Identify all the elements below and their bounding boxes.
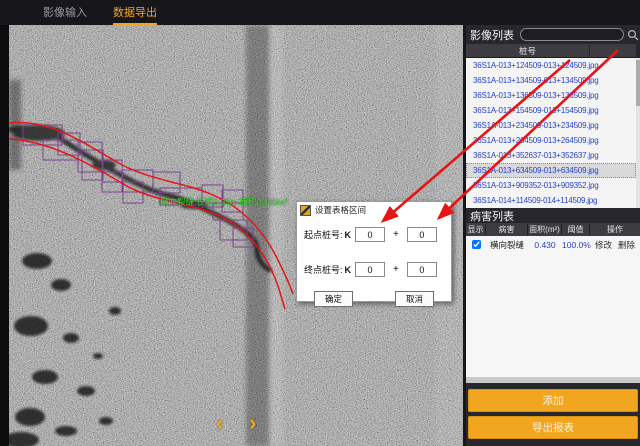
defect-name: 横向裂缝 (486, 239, 528, 251)
ok-button[interactable]: 确定 (314, 291, 353, 307)
start-stake-m-input[interactable] (407, 227, 437, 242)
image-list-item[interactable]: 36S1A-013+154509-013+154509.jpg (466, 103, 636, 118)
image-search-input[interactable] (520, 28, 624, 41)
defect-list-hscrollbar[interactable] (466, 377, 640, 383)
tab-data-export[interactable]: 数据导出 (113, 4, 157, 25)
end-stake-km-input[interactable] (355, 262, 385, 277)
start-stake-label: 起点桩号: (304, 228, 343, 241)
image-list-item[interactable]: 36S1A-013+136509-013+136509.jpg (466, 88, 636, 103)
image-list-item[interactable]: 36S1A-013+264509-013+264509.jpg (466, 133, 636, 148)
end-stake-row: 终点桩号: K + (304, 261, 451, 278)
right-sidebar: 影像列表 桩号 36S1A-013+124509-013+124509.jpg … (466, 25, 640, 446)
defect-list-header: 病害列表 (466, 209, 640, 223)
image-list-item[interactable]: 36S1A-013+134509-013+134509.jpg (466, 73, 636, 88)
image-list-item-selected[interactable]: 36S1A-013+634509-013+634509.jpg (466, 163, 636, 178)
image-list-header: 影像列表 (466, 25, 640, 44)
left-edge-strip (0, 25, 9, 446)
image-list-item[interactable]: 36S1A-013+124509-013+124509.jpg (466, 58, 636, 73)
set-table-range-dialog: 设置表格区间 起点桩号: K + 终点桩号: K + 确定 取消 (296, 201, 452, 302)
defect-annotation-label: 横向裂缝 长度3.25m 面积0.430m² (160, 196, 288, 208)
end-stake-k-prefix: K (345, 265, 352, 275)
search-icon[interactable] (627, 29, 639, 41)
column-header-stake: 桩号 (466, 45, 589, 57)
tab-image-input[interactable]: 影像输入 (43, 4, 87, 25)
column-header-defect: 病害 (486, 224, 528, 235)
start-stake-plus: + (393, 229, 399, 240)
defect-delete-link[interactable]: 删除 (618, 239, 635, 251)
cancel-button[interactable]: 取消 (395, 291, 434, 307)
start-stake-row: 起点桩号: K + (304, 226, 451, 243)
start-stake-k-prefix: K (345, 230, 352, 240)
defect-threshold: 100.0% (562, 240, 590, 250)
column-header-show: 显示 (466, 224, 486, 235)
image-list: 36S1A-013+124509-013+124509.jpg 36S1A-01… (466, 58, 636, 208)
image-list-title: 影像列表 (470, 27, 514, 43)
end-stake-m-input[interactable] (407, 262, 437, 277)
export-report-button[interactable]: 导出报表 (468, 416, 638, 439)
image-list-item[interactable]: 36S1A-013+234509-013+234509.jpg (466, 118, 636, 133)
defect-list: 横向裂缝 0.430 100.0% 修改 删除 (466, 236, 640, 377)
column-header-threshold: 阈值 (562, 224, 590, 235)
start-stake-km-input[interactable] (355, 227, 385, 242)
image-list-scrollbar[interactable] (636, 58, 640, 208)
next-image-button[interactable]: › (249, 413, 256, 433)
defect-row: 横向裂缝 0.430 100.0% 修改 删除 (466, 236, 640, 253)
image-list-item[interactable]: 36S1A-013+352637-013+352637.jpg (466, 148, 636, 163)
prev-image-button[interactable]: ‹ (216, 413, 223, 433)
dialog-title: 设置表格区间 (315, 204, 366, 216)
column-header-area: 面积(m²) (528, 224, 562, 235)
top-tab-bar: 影像输入 数据导出 (0, 0, 640, 25)
image-list-item[interactable]: 36S1A-014+114509-014+114509.jpg (466, 193, 636, 208)
image-list-item[interactable]: 36S1A-013+909352-013+909352.jpg (466, 178, 636, 193)
defect-list-title: 病害列表 (470, 208, 514, 224)
defect-area: 0.430 (528, 240, 562, 250)
defect-visible-checkbox[interactable] (472, 240, 481, 249)
scrollbar-thumb[interactable] (636, 60, 640, 106)
add-button[interactable]: 添加 (468, 389, 638, 412)
dialog-titlebar[interactable]: 设置表格区间 (297, 202, 451, 218)
end-stake-label: 终点桩号: (304, 263, 343, 276)
end-stake-plus: + (393, 264, 399, 275)
defect-list-column-header: 显示 病害 面积(m²) 阈值 操作 (466, 223, 640, 236)
dialog-icon (300, 205, 311, 216)
defect-edit-link[interactable]: 修改 (595, 239, 612, 251)
column-header-actions: 操作 (590, 224, 640, 235)
image-list-column-header: 桩号 (466, 44, 636, 58)
